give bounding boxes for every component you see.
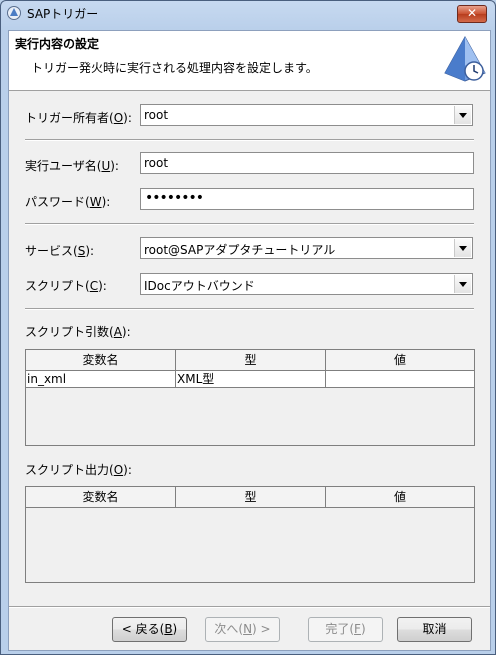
exec-user-label-text: 実行ユーザ名( xyxy=(25,159,102,173)
exec-user-value: root xyxy=(144,156,169,170)
script-output-label-suffix: ): xyxy=(123,463,132,477)
finish-mnemonic: F xyxy=(354,622,361,636)
script-label-text: スクリプト( xyxy=(25,279,90,293)
column-header-name[interactable]: 変数名 xyxy=(26,487,176,507)
password-label-suffix: ): xyxy=(101,195,111,209)
table-header: 変数名 型 値 xyxy=(26,487,474,508)
next-button-suffix: ) > xyxy=(252,622,271,636)
script-value: IDocアウトバウンド xyxy=(144,279,255,293)
column-header-type[interactable]: 型 xyxy=(176,487,326,507)
next-button[interactable]: 次へ(N) > xyxy=(205,617,280,642)
dialog-window: SAPトリガー ✕ 実行内容の設定 トリガー発火時に実行される処理内容を設定しま… xyxy=(0,0,496,655)
service-value: root@SAPアダプタチュートリアル xyxy=(144,243,336,257)
divider xyxy=(25,223,474,225)
script-label-suffix: ): xyxy=(98,279,107,293)
column-header-name[interactable]: 変数名 xyxy=(26,350,176,370)
script-output-table[interactable]: 変数名 型 値 xyxy=(25,486,475,583)
script-mnemonic: C xyxy=(89,279,99,293)
divider xyxy=(25,308,474,310)
exec-user-mnemonic: U xyxy=(101,159,111,173)
finish-button[interactable]: 完了(F) xyxy=(308,617,383,642)
exec-user-label: 実行ユーザ名(U): xyxy=(25,157,119,174)
page-title: 実行内容の設定 xyxy=(15,37,100,51)
exec-user-label-suffix: ): xyxy=(110,159,119,173)
finish-button-text: 完了( xyxy=(325,622,355,636)
password-label: パスワード(W): xyxy=(25,193,110,210)
script-args-table[interactable]: 変数名 型 値 in_xml XML型 xyxy=(25,349,475,446)
close-icon: ✕ xyxy=(466,6,478,20)
password-mnemonic: W xyxy=(89,195,102,209)
trigger-clock-icon xyxy=(444,35,486,82)
owner-value: root xyxy=(144,108,169,122)
chevron-down-icon[interactable] xyxy=(454,239,471,257)
service-label: サービス(S): xyxy=(25,242,94,259)
title-bar[interactable]: SAPトリガー ✕ xyxy=(1,1,495,25)
finish-button-suffix: ) xyxy=(360,622,366,636)
dialog-client: 実行内容の設定 トリガー発火時に実行される処理内容を設定します。 トリガー所有者… xyxy=(8,30,491,651)
window-title: SAPトリガー xyxy=(27,7,99,21)
service-label-text: サービス( xyxy=(25,244,78,258)
script-output-mnemonic: O xyxy=(113,463,124,477)
password-value: •••••••• xyxy=(145,190,204,206)
cell-type[interactable]: XML型 xyxy=(176,371,326,387)
close-button[interactable]: ✕ xyxy=(457,5,487,23)
script-args-label-suffix: ): xyxy=(121,325,131,339)
cell-value[interactable] xyxy=(326,371,474,387)
back-button-suffix: ) xyxy=(172,622,178,636)
table-row[interactable]: in_xml XML型 xyxy=(26,371,474,388)
chevron-down-icon[interactable] xyxy=(454,275,471,293)
script-args-label: スクリプト引数(A): xyxy=(25,323,131,340)
next-mnemonic: N xyxy=(243,622,253,636)
column-header-value[interactable]: 値 xyxy=(326,350,474,370)
owner-label-suffix: ): xyxy=(123,111,132,125)
cell-name[interactable]: in_xml xyxy=(26,371,176,387)
next-button-text: 次へ( xyxy=(214,622,244,636)
divider xyxy=(25,139,474,141)
wizard-header: 実行内容の設定 トリガー発火時に実行される処理内容を設定します。 xyxy=(9,31,490,91)
column-header-type[interactable]: 型 xyxy=(176,350,326,370)
service-label-suffix: ): xyxy=(85,244,95,258)
back-button-text: < 戻る( xyxy=(121,622,165,636)
owner-select[interactable]: root xyxy=(140,104,473,126)
owner-mnemonic: O xyxy=(113,111,124,125)
back-mnemonic: B xyxy=(164,622,173,636)
script-output-label-text: スクリプト出力( xyxy=(25,463,114,477)
app-icon xyxy=(7,6,21,20)
service-select[interactable]: root@SAPアダプタチュートリアル xyxy=(140,237,473,259)
script-args-mnemonic: A xyxy=(113,325,122,339)
column-header-value[interactable]: 値 xyxy=(326,487,474,507)
password-label-text: パスワード( xyxy=(25,195,90,209)
cancel-button[interactable]: 取消 xyxy=(397,617,472,642)
page-description: トリガー発火時に実行される処理内容を設定します。 xyxy=(31,61,318,75)
password-input[interactable]: •••••••• xyxy=(140,188,474,210)
owner-label-text: トリガー所有者( xyxy=(25,111,114,125)
footer-divider xyxy=(9,606,490,608)
script-select[interactable]: IDocアウトバウンド xyxy=(140,273,473,295)
back-button[interactable]: < 戻る(B) xyxy=(112,617,187,642)
script-args-label-text: スクリプト引数( xyxy=(25,325,114,339)
script-label: スクリプト(C): xyxy=(25,277,107,294)
chevron-down-icon[interactable] xyxy=(454,106,471,124)
table-header: 変数名 型 値 xyxy=(26,350,474,371)
owner-label: トリガー所有者(O): xyxy=(25,109,132,126)
script-output-label: スクリプト出力(O): xyxy=(25,461,132,478)
exec-user-input[interactable]: root xyxy=(140,152,474,174)
